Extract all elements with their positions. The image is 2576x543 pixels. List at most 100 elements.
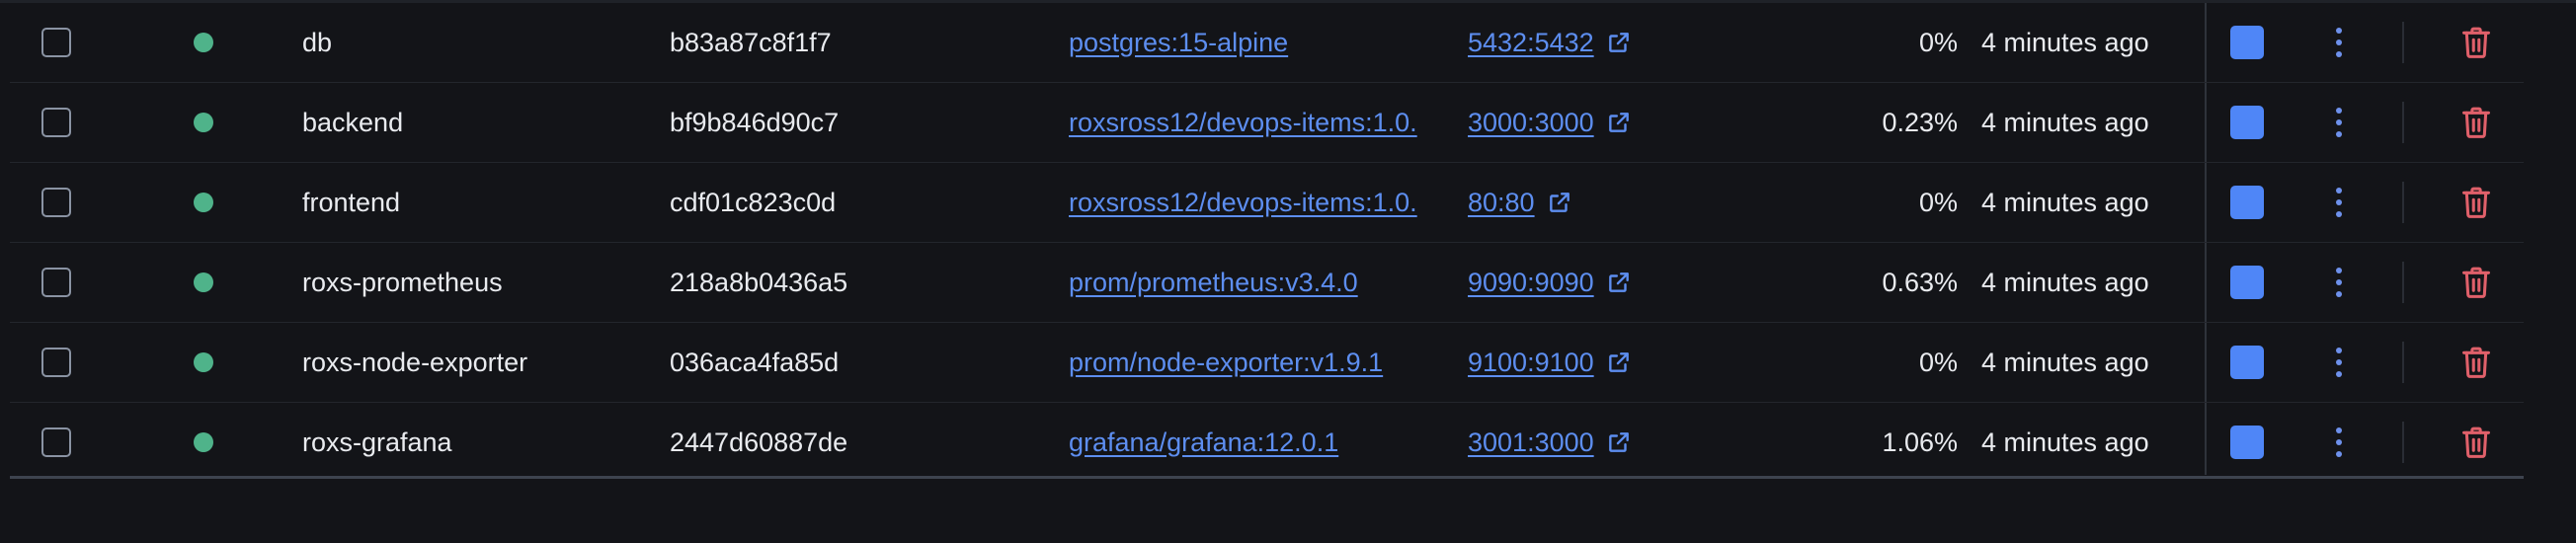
delete-cell bbox=[2459, 83, 2499, 162]
container-name[interactable]: db bbox=[302, 3, 658, 82]
external-link-icon[interactable] bbox=[1547, 190, 1572, 215]
more-vertical-icon[interactable] bbox=[2336, 427, 2342, 457]
port-link[interactable]: 5432:5432 bbox=[1468, 28, 1594, 58]
container-id: 218a8b0436a5 bbox=[670, 267, 848, 297]
status-cell bbox=[194, 3, 223, 82]
external-link-icon[interactable] bbox=[1606, 429, 1632, 455]
last-started: 4 minutes ago bbox=[1981, 27, 2149, 57]
cpu-usage: 0% bbox=[1918, 347, 1958, 377]
container-row[interactable]: frontend cdf01c823c0d roxsross12/devops-… bbox=[10, 163, 2524, 243]
containers-table: db b83a87c8f1f7 postgres:15-alpine 5432:… bbox=[10, 3, 2524, 482]
container-id: bf9b846d90c7 bbox=[670, 107, 840, 137]
status-cell bbox=[194, 243, 223, 322]
trash-icon[interactable] bbox=[2459, 185, 2493, 220]
action-separator bbox=[2402, 262, 2404, 303]
action-separator bbox=[2402, 422, 2404, 463]
port-cell: 3001:3000 bbox=[1468, 403, 1715, 482]
port-link[interactable]: 9090:9090 bbox=[1468, 268, 1594, 298]
external-link-icon[interactable] bbox=[1606, 110, 1632, 135]
port-link[interactable]: 80:80 bbox=[1468, 188, 1535, 218]
menu-cell bbox=[2329, 243, 2349, 322]
image-cell: grafana/grafana:12.0.1 bbox=[1069, 403, 1462, 482]
external-link-icon[interactable] bbox=[1606, 30, 1632, 55]
stop-icon[interactable] bbox=[2230, 426, 2264, 459]
stop-icon[interactable] bbox=[2230, 266, 2264, 299]
external-link-icon[interactable] bbox=[1606, 349, 1632, 375]
action-separator bbox=[2402, 102, 2404, 143]
stop-icon[interactable] bbox=[2230, 346, 2264, 379]
container-id: 2447d60887de bbox=[670, 427, 848, 457]
container-row[interactable]: roxs-node-exporter 036aca4fa85d prom/nod… bbox=[10, 323, 2524, 403]
stop-icon[interactable] bbox=[2230, 106, 2264, 139]
more-vertical-icon[interactable] bbox=[2336, 108, 2342, 137]
container-name[interactable]: roxs-node-exporter bbox=[302, 323, 658, 402]
port-cell: 80:80 bbox=[1468, 163, 1715, 242]
image-link[interactable]: postgres:15-alpine bbox=[1069, 28, 1288, 58]
stop-icon[interactable] bbox=[2230, 26, 2264, 59]
container-name[interactable]: backend bbox=[302, 83, 658, 162]
port-cell: 9090:9090 bbox=[1468, 243, 1715, 322]
container-row[interactable]: roxs-grafana 2447d60887de grafana/grafan… bbox=[10, 403, 2524, 482]
container-id: b83a87c8f1f7 bbox=[670, 27, 832, 57]
running-status-dot bbox=[194, 432, 213, 452]
delete-cell bbox=[2459, 243, 2499, 322]
row-select-checkbox[interactable] bbox=[41, 348, 71, 377]
row-select-checkbox[interactable] bbox=[41, 427, 71, 457]
trash-icon[interactable] bbox=[2459, 265, 2493, 300]
trash-icon[interactable] bbox=[2459, 25, 2493, 60]
container-row[interactable]: roxs-prometheus 218a8b0436a5 prom/promet… bbox=[10, 243, 2524, 323]
image-cell: prom/prometheus:v3.4.0 bbox=[1069, 243, 1462, 322]
image-link[interactable]: prom/prometheus:v3.4.0 bbox=[1069, 268, 1358, 298]
image-link[interactable]: roxsross12/devops-items:1.0. bbox=[1069, 188, 1417, 218]
more-vertical-icon[interactable] bbox=[2336, 268, 2342, 297]
status-cell bbox=[194, 83, 223, 162]
trash-icon[interactable] bbox=[2459, 105, 2493, 140]
cpu-usage: 0.23% bbox=[1882, 107, 1958, 137]
menu-cell bbox=[2329, 323, 2349, 402]
external-link-icon[interactable] bbox=[1606, 270, 1632, 295]
stop-cell bbox=[2230, 83, 2270, 162]
row-select-checkbox[interactable] bbox=[41, 28, 71, 57]
trash-icon[interactable] bbox=[2459, 345, 2493, 380]
status-cell bbox=[194, 163, 223, 242]
status-cell bbox=[194, 323, 223, 402]
menu-cell bbox=[2329, 403, 2349, 482]
last-started: 4 minutes ago bbox=[1981, 187, 2149, 217]
running-status-dot bbox=[194, 193, 213, 212]
more-vertical-icon[interactable] bbox=[2336, 28, 2342, 57]
action-separator bbox=[2402, 182, 2404, 223]
menu-cell bbox=[2329, 163, 2349, 242]
row-select-cell bbox=[41, 323, 81, 402]
container-name[interactable]: frontend bbox=[302, 163, 658, 242]
last-started: 4 minutes ago bbox=[1981, 107, 2149, 137]
stop-cell bbox=[2230, 3, 2270, 82]
container-row[interactable]: db b83a87c8f1f7 postgres:15-alpine 5432:… bbox=[10, 3, 2524, 83]
row-select-checkbox[interactable] bbox=[41, 268, 71, 297]
stop-cell bbox=[2230, 323, 2270, 402]
image-link[interactable]: grafana/grafana:12.0.1 bbox=[1069, 427, 1338, 458]
image-cell: roxsross12/devops-items:1.0. bbox=[1069, 83, 1462, 162]
action-separator bbox=[2402, 22, 2404, 63]
cpu-usage: 1.06% bbox=[1882, 427, 1958, 457]
container-name[interactable]: roxs-prometheus bbox=[302, 243, 658, 322]
delete-cell bbox=[2459, 163, 2499, 242]
trash-icon[interactable] bbox=[2459, 425, 2493, 460]
port-link[interactable]: 3000:3000 bbox=[1468, 108, 1594, 138]
container-name[interactable]: roxs-grafana bbox=[302, 403, 658, 482]
stop-icon[interactable] bbox=[2230, 186, 2264, 219]
cpu-usage: 0% bbox=[1918, 27, 1958, 57]
port-link[interactable]: 3001:3000 bbox=[1468, 427, 1594, 458]
more-vertical-icon[interactable] bbox=[2336, 348, 2342, 377]
port-link[interactable]: 9100:9100 bbox=[1468, 348, 1594, 378]
port-cell: 3000:3000 bbox=[1468, 83, 1715, 162]
more-vertical-icon[interactable] bbox=[2336, 188, 2342, 217]
image-link[interactable]: prom/node-exporter:v1.9.1 bbox=[1069, 348, 1383, 378]
image-link[interactable]: roxsross12/devops-items:1.0. bbox=[1069, 108, 1417, 138]
delete-cell bbox=[2459, 3, 2499, 82]
port-cell: 5432:5432 bbox=[1468, 3, 1715, 82]
row-select-checkbox[interactable] bbox=[41, 188, 71, 217]
row-select-checkbox[interactable] bbox=[41, 108, 71, 137]
status-cell bbox=[194, 403, 223, 482]
container-row[interactable]: backend bf9b846d90c7 roxsross12/devops-i… bbox=[10, 83, 2524, 163]
delete-cell bbox=[2459, 323, 2499, 402]
